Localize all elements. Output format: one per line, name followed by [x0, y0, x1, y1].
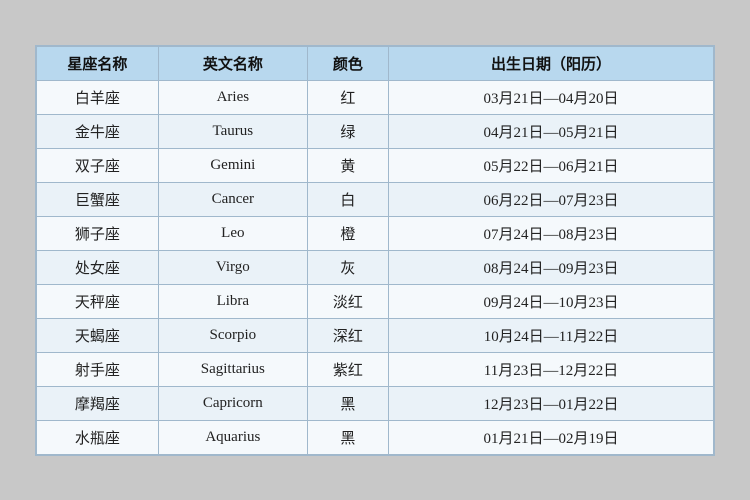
cell-english: Taurus [158, 114, 307, 148]
cell-chinese: 巨蟹座 [37, 182, 159, 216]
table-row: 金牛座Taurus绿04月21日—05月21日 [37, 114, 714, 148]
cell-english: Scorpio [158, 318, 307, 352]
cell-chinese: 水瓶座 [37, 420, 159, 454]
header-date: 出生日期（阳历） [389, 46, 714, 80]
table-row: 狮子座Leo橙07月24日—08月23日 [37, 216, 714, 250]
table-header-row: 星座名称 英文名称 颜色 出生日期（阳历） [37, 46, 714, 80]
cell-english: Virgo [158, 250, 307, 284]
zodiac-table: 星座名称 英文名称 颜色 出生日期（阳历） 白羊座Aries红03月21日—04… [36, 46, 714, 455]
table-row: 双子座Gemini黄05月22日—06月21日 [37, 148, 714, 182]
header-color: 颜色 [307, 46, 388, 80]
cell-date: 05月22日—06月21日 [389, 148, 714, 182]
table-row: 巨蟹座Cancer白06月22日—07月23日 [37, 182, 714, 216]
cell-english: Aries [158, 80, 307, 114]
cell-date: 03月21日—04月20日 [389, 80, 714, 114]
cell-color: 黑 [307, 386, 388, 420]
cell-color: 深红 [307, 318, 388, 352]
cell-chinese: 摩羯座 [37, 386, 159, 420]
cell-date: 04月21日—05月21日 [389, 114, 714, 148]
cell-english: Gemini [158, 148, 307, 182]
cell-chinese: 金牛座 [37, 114, 159, 148]
cell-english: Capricorn [158, 386, 307, 420]
table-body: 白羊座Aries红03月21日—04月20日金牛座Taurus绿04月21日—0… [37, 80, 714, 454]
table-row: 天秤座Libra淡红09月24日—10月23日 [37, 284, 714, 318]
cell-color: 灰 [307, 250, 388, 284]
table-row: 白羊座Aries红03月21日—04月20日 [37, 80, 714, 114]
table-row: 天蝎座Scorpio深红10月24日—11月22日 [37, 318, 714, 352]
cell-color: 绿 [307, 114, 388, 148]
cell-chinese: 天秤座 [37, 284, 159, 318]
table-row: 处女座Virgo灰08月24日—09月23日 [37, 250, 714, 284]
cell-english: Cancer [158, 182, 307, 216]
cell-english: Sagittarius [158, 352, 307, 386]
cell-color: 紫红 [307, 352, 388, 386]
cell-color: 红 [307, 80, 388, 114]
cell-chinese: 白羊座 [37, 80, 159, 114]
cell-date: 12月23日—01月22日 [389, 386, 714, 420]
cell-english: Leo [158, 216, 307, 250]
cell-date: 08月24日—09月23日 [389, 250, 714, 284]
cell-color: 橙 [307, 216, 388, 250]
zodiac-table-container: 星座名称 英文名称 颜色 出生日期（阳历） 白羊座Aries红03月21日—04… [35, 45, 715, 456]
cell-date: 11月23日—12月22日 [389, 352, 714, 386]
cell-color: 淡红 [307, 284, 388, 318]
cell-date: 06月22日—07月23日 [389, 182, 714, 216]
cell-chinese: 天蝎座 [37, 318, 159, 352]
header-chinese: 星座名称 [37, 46, 159, 80]
cell-color: 黑 [307, 420, 388, 454]
cell-chinese: 双子座 [37, 148, 159, 182]
cell-chinese: 处女座 [37, 250, 159, 284]
table-row: 水瓶座Aquarius黑01月21日—02月19日 [37, 420, 714, 454]
cell-date: 10月24日—11月22日 [389, 318, 714, 352]
cell-color: 白 [307, 182, 388, 216]
table-row: 摩羯座Capricorn黑12月23日—01月22日 [37, 386, 714, 420]
cell-english: Aquarius [158, 420, 307, 454]
cell-date: 07月24日—08月23日 [389, 216, 714, 250]
cell-chinese: 狮子座 [37, 216, 159, 250]
cell-chinese: 射手座 [37, 352, 159, 386]
table-row: 射手座Sagittarius紫红11月23日—12月22日 [37, 352, 714, 386]
cell-date: 09月24日—10月23日 [389, 284, 714, 318]
cell-date: 01月21日—02月19日 [389, 420, 714, 454]
header-english: 英文名称 [158, 46, 307, 80]
cell-color: 黄 [307, 148, 388, 182]
cell-english: Libra [158, 284, 307, 318]
